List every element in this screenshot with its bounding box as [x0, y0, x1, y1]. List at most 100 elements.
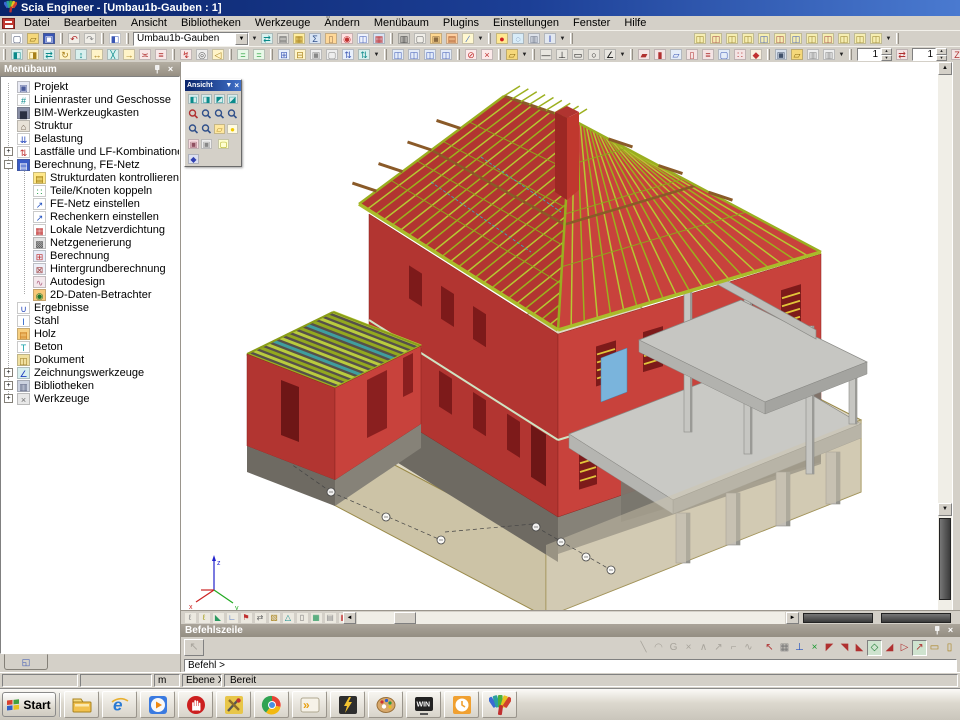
close-icon[interactable]: × — [165, 64, 176, 74]
ansicht-floating-toolbar[interactable]: Ansicht ▼ × ◧◨◩◪▱●▣▣▢◆ — [184, 79, 242, 167]
layer-number-spinner[interactable]: 1▲▼ — [912, 48, 947, 61]
pattern-icon[interactable]: ≡ — [153, 47, 169, 62]
tree-item-ergebnisse[interactable]: ∪Ergebnisse — [1, 301, 179, 314]
snap-extension-icon[interactable]: ↗ — [912, 640, 927, 656]
toolbar-grip[interactable] — [457, 49, 460, 60]
draw-angle-icon[interactable]: ∠ — [602, 47, 618, 62]
open-add-icon[interactable]: ▱ — [504, 47, 520, 62]
render-lamp-icon[interactable]: ● — [226, 122, 239, 135]
save-project-icon[interactable]: ▣ — [41, 31, 57, 46]
snap-center-icon[interactable]: ▷ — [897, 640, 912, 656]
toolbar-grip[interactable] — [101, 33, 104, 44]
group-caret[interactable]: ▼ — [372, 52, 381, 58]
view-preset-3-icon[interactable]: ◫ — [724, 31, 740, 46]
toolbar-grip[interactable] — [3, 33, 6, 44]
scroll-right-icon[interactable]: ► — [786, 612, 799, 624]
draw-polyline-icon[interactable]: ⊥ — [554, 47, 570, 62]
tree-item-linienraster-und-geschosse[interactable]: #Linienraster und Geschosse — [1, 93, 179, 106]
toolbar-grip[interactable] — [60, 33, 63, 44]
snap-peak-icon[interactable]: ∧ — [696, 640, 711, 656]
windows-icon[interactable]: ◫ — [355, 31, 371, 46]
add-opening-icon[interactable]: ▢ — [716, 47, 732, 62]
stretch-icon[interactable]: ↔ — [89, 47, 105, 62]
panel-tab-menubaum[interactable]: ◱ — [4, 654, 48, 670]
document-selector[interactable]: Umbau1b-Gauben ▼ — [133, 32, 249, 46]
image-gallery-icon[interactable]: ▣ — [428, 31, 444, 46]
zoom-window-icon[interactable] — [213, 107, 226, 120]
print-icon[interactable]: ▥ — [396, 31, 412, 46]
vertical-scrollbar-thumb[interactable] — [939, 518, 951, 600]
view-preset-11-icon[interactable]: ◫ — [852, 31, 868, 46]
spin-down-icon[interactable]: ▼ — [936, 55, 947, 62]
group-caret[interactable]: ▼ — [520, 52, 529, 58]
snap-grid-icon[interactable]: ▦ — [777, 640, 792, 656]
find-icon[interactable]: ◌ — [510, 31, 526, 46]
activity-filter-icon[interactable]: ⇄ — [894, 47, 910, 62]
layers-a-icon[interactable]: ▥ — [805, 47, 821, 62]
dock-clip-2-icon[interactable]: ℓ — [197, 612, 211, 624]
tree-item-lastfälle-und-lf-kombinationen[interactable]: +⇅Lastfälle und LF-Kombinationen — [1, 145, 179, 158]
dock-clip-1-icon[interactable]: ℓ — [183, 612, 197, 624]
view-yz-icon[interactable]: ◪ — [226, 92, 239, 105]
tree-item-berechnung-fe-netz[interactable]: −▤Berechnung, FE-Netz — [1, 158, 179, 171]
tree-item-autodesign[interactable]: ∿Autodesign — [1, 275, 179, 288]
toolbar-grip[interactable] — [896, 33, 899, 44]
copy-multi-icon[interactable]: ⊞ — [276, 47, 292, 62]
toolbar-grip[interactable] — [849, 49, 852, 60]
view-preset-9-icon[interactable]: ◫ — [820, 31, 836, 46]
view-axo-icon[interactable]: ◧ — [187, 92, 200, 105]
tree-item-struktur[interactable]: ⌂Struktur — [1, 119, 179, 132]
project-window-icon[interactable]: ◧ — [107, 31, 123, 46]
tree-item-rechenkern-einstellen[interactable]: ↗Rechenkern einstellen — [1, 210, 179, 223]
menu-tree-header[interactable]: Menübaum × — [0, 62, 180, 76]
redo-icon[interactable]: ↷ — [82, 31, 98, 46]
cursor-snap-icon[interactable]: ↖ — [762, 640, 777, 656]
door-icon[interactable]: ▯ — [295, 612, 309, 624]
pin-icon[interactable] — [151, 64, 162, 74]
zoom-selection-icon[interactable] — [200, 122, 213, 135]
view-preset-4-icon[interactable]: ◫ — [740, 31, 756, 46]
title-bar[interactable]: Scia Engineer - [Umbau1b-Gauben : 1] — [0, 0, 960, 16]
menu-bearbeiten[interactable]: Bearbeiten — [57, 17, 124, 29]
3d-viewport[interactable]: zxy Ansicht ▼ × ◧◨◩◪▱●▣▣▢◆ — [181, 62, 938, 610]
taskbar-chrome[interactable] — [254, 691, 289, 718]
snap-tangent-icon[interactable]: ◢ — [882, 640, 897, 656]
snap-orthopoint-icon[interactable]: ◇ — [867, 640, 882, 656]
tree-item-strukturdaten-kontrollieren[interactable]: ▤Strukturdaten kontrollieren — [1, 171, 179, 184]
command-input[interactable]: Befehl > — [184, 659, 957, 672]
toolbar-options-caret[interactable]: ▼ — [250, 36, 259, 42]
layer-number-value[interactable]: 1 — [912, 48, 936, 61]
toolbar-grip[interactable] — [3, 49, 6, 60]
view-preset-8-icon[interactable]: ◫ — [804, 31, 820, 46]
view-xz-icon[interactable]: ◩ — [213, 92, 226, 105]
table-icon[interactable]: ▦ — [309, 612, 323, 624]
equalize-2-icon[interactable]: = — [251, 47, 267, 62]
view-preset-10-icon[interactable]: ◫ — [836, 31, 852, 46]
section-check-icon[interactable]: I — [542, 31, 558, 46]
scale-icon[interactable]: ↕ — [73, 47, 89, 62]
scroll-down-icon[interactable]: ▼ — [938, 503, 952, 516]
table-icon[interactable]: ▦ — [371, 31, 387, 46]
spin-down-icon[interactable]: ▼ — [881, 55, 892, 62]
toolbar-grip[interactable] — [229, 49, 232, 60]
draw-circle-icon[interactable]: ○ — [586, 47, 602, 62]
tree-item-hintergrundberechnung[interactable]: ⊠Hintergrundberechnung — [1, 262, 179, 275]
xy-report-icon[interactable]: Σ — [307, 31, 323, 46]
terrain-icon[interactable]: △ — [281, 612, 295, 624]
viewport-horizontal-scrollbar[interactable] — [357, 612, 785, 624]
flag-icon[interactable]: ⚑ — [239, 612, 253, 624]
menu-menübaum[interactable]: Menübaum — [367, 17, 436, 29]
clip-box-icon[interactable]: ▢ — [217, 137, 230, 150]
group-caret[interactable]: ▼ — [476, 36, 485, 42]
clipboard-icon[interactable]: ▯ — [323, 31, 339, 46]
tree-item-bim-werkzeugkasten[interactable]: ▆BIM-Werkzeugkasten — [1, 106, 179, 119]
ruler-icon[interactable]: ◣ — [211, 612, 225, 624]
expand-icon[interactable]: + — [4, 381, 13, 390]
add-rib-icon[interactable]: ≡ — [700, 47, 716, 62]
menu-datei[interactable]: Datei — [17, 17, 57, 29]
toolbar-grip[interactable] — [390, 33, 393, 44]
group-icon[interactable]: ▣ — [308, 47, 324, 62]
mirror-icon[interactable]: ⇄ — [41, 47, 57, 62]
group-caret[interactable]: ▼ — [618, 52, 627, 58]
toolbar-grip[interactable] — [532, 49, 535, 60]
